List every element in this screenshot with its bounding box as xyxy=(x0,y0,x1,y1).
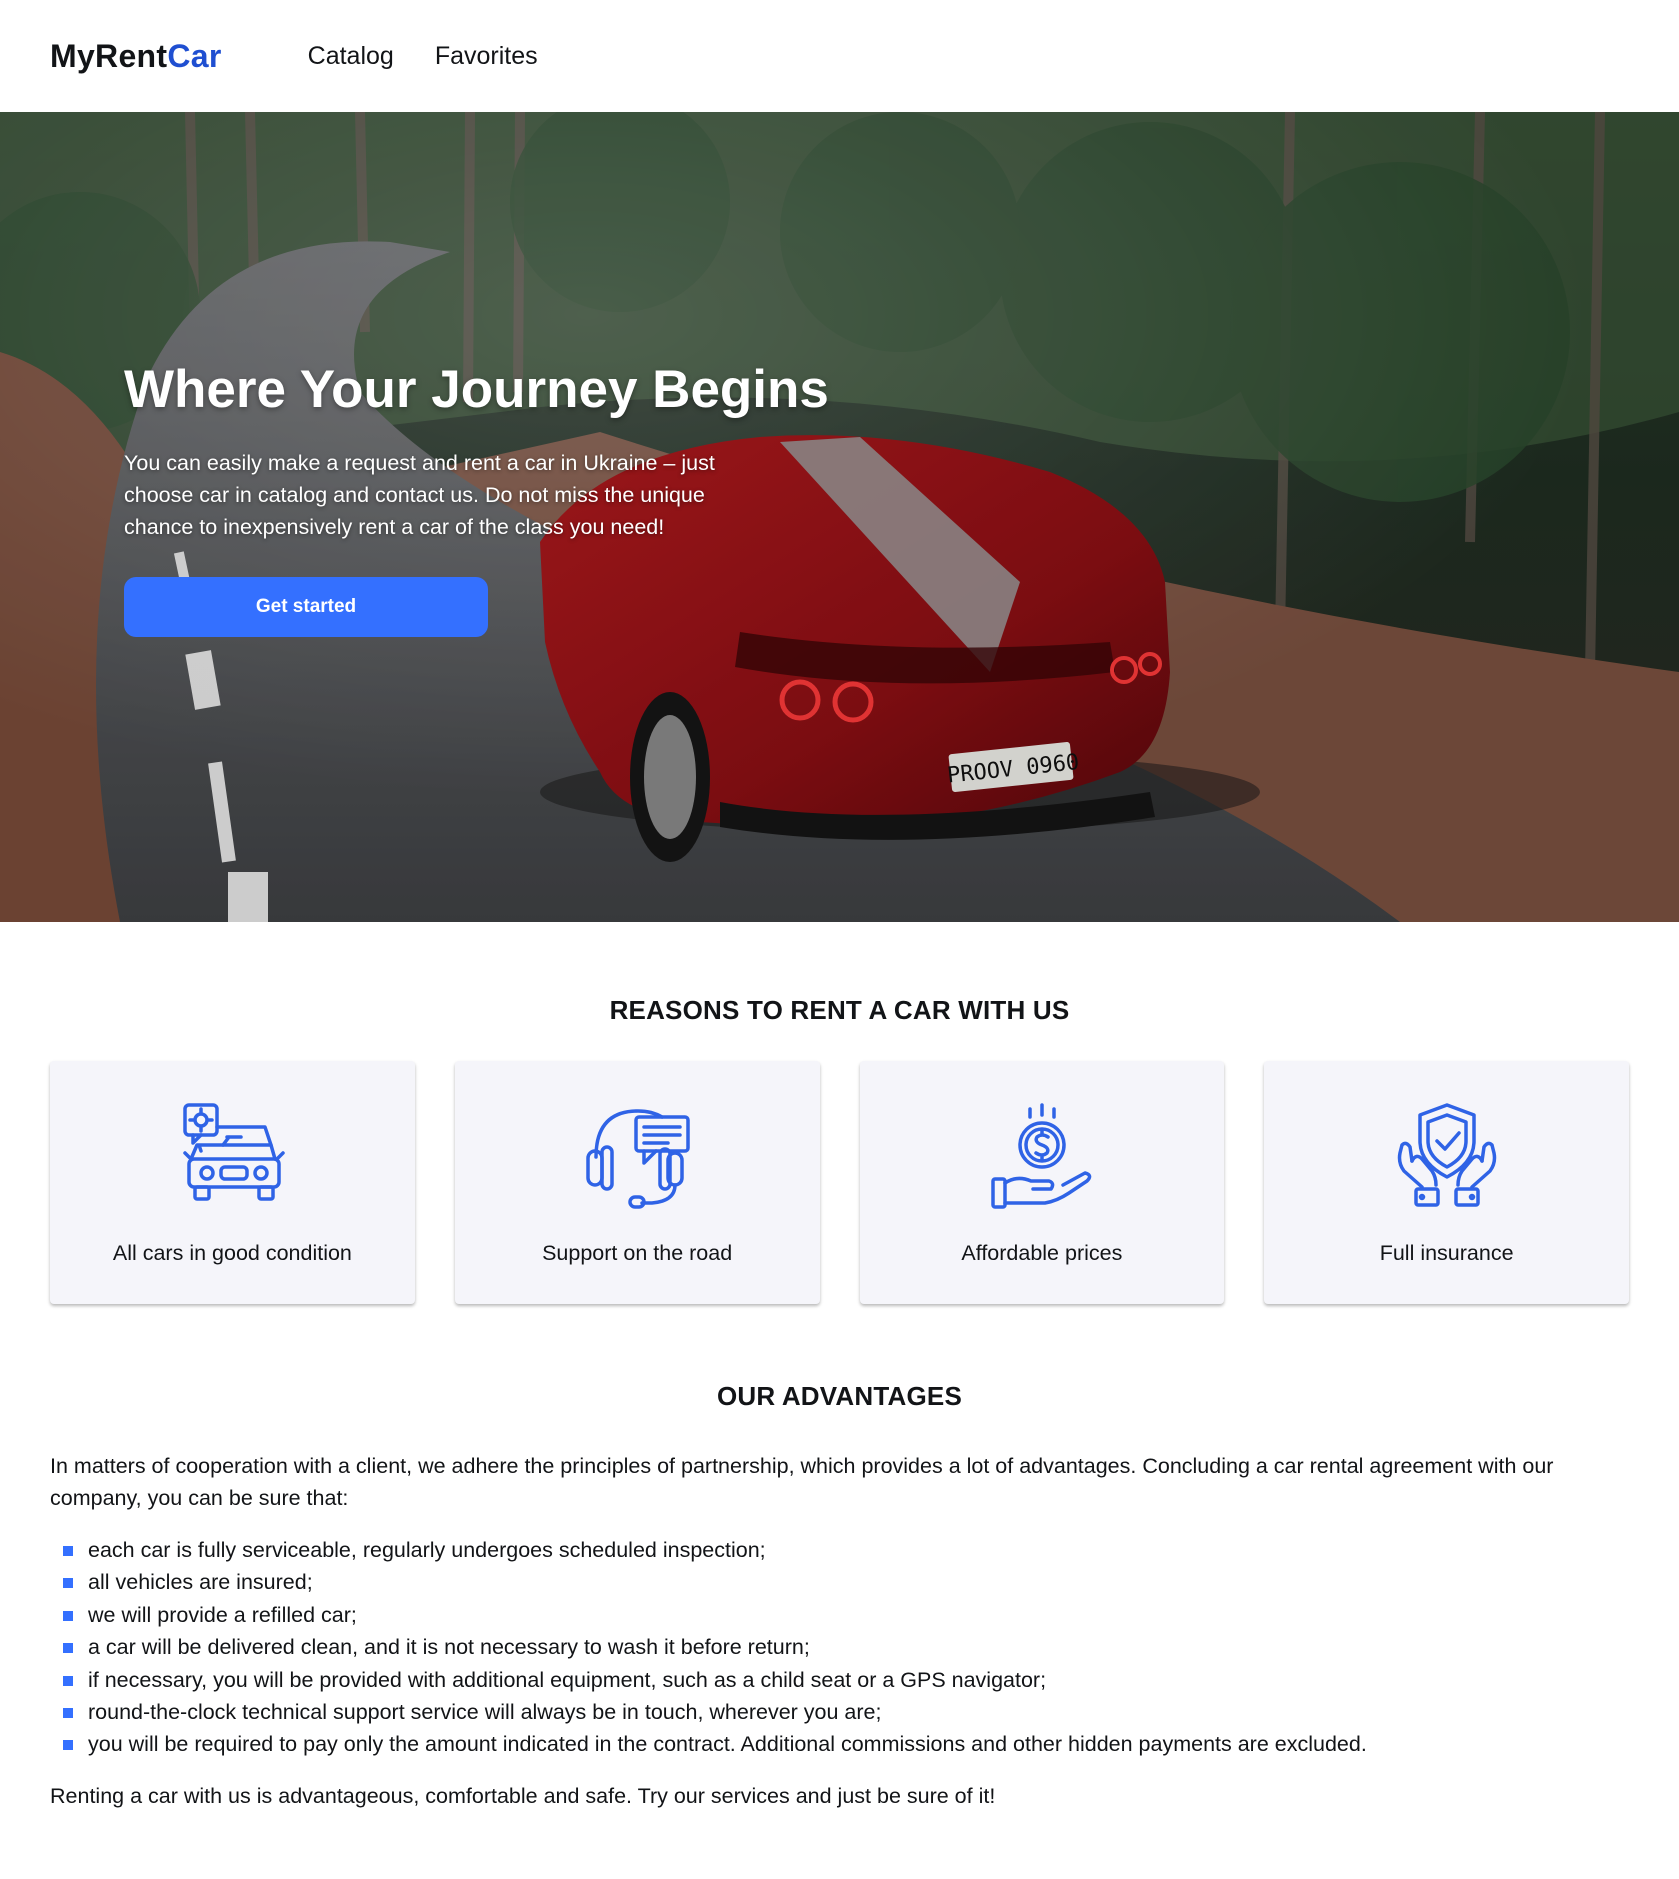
nav-favorites-link[interactable]: Favorites xyxy=(435,42,538,71)
hero-section: PROOV 0960 Where Your Journey Begins You… xyxy=(0,112,1679,922)
reason-card-prices: Affordable prices xyxy=(859,1061,1225,1304)
reason-card-condition: All cars in good condition xyxy=(50,1061,415,1304)
list-item: if necessary, you will be provided with … xyxy=(50,1664,1629,1696)
main-nav: Catalog Favorites xyxy=(308,42,538,71)
advantages-intro: In matters of cooperation with a client,… xyxy=(50,1454,1554,1510)
list-item: you will be required to pay only the amo… xyxy=(50,1728,1629,1760)
hero-title: Where Your Journey Begins xyxy=(124,360,829,419)
logo-accent-text: Car xyxy=(167,37,222,74)
reasons-cards: All cars in good condition Support on th… xyxy=(0,1061,1679,1304)
hero-description: You can easily make a request and rent a… xyxy=(124,450,715,539)
advantages-list: each car is fully serviceable, regularly… xyxy=(50,1534,1629,1761)
nav-catalog-link[interactable]: Catalog xyxy=(308,42,394,71)
advantages-title: OUR ADVANTAGES xyxy=(717,1381,962,1411)
dollar-hand-icon xyxy=(991,1103,1092,1209)
list-item: a car will be delivered clean, and it is… xyxy=(50,1631,1629,1663)
reason-label-insurance: Full insurance xyxy=(1379,1241,1514,1265)
headset-support-icon xyxy=(586,1109,690,1209)
shield-hands-icon xyxy=(1397,1103,1496,1207)
advantages-section: In matters of cooperation with a client,… xyxy=(0,1450,1679,1812)
reasons-title: REASONS TO RENT A CAR WITH US xyxy=(609,995,1070,1025)
list-item: round-the-clock technical support servic… xyxy=(50,1696,1629,1728)
list-item: all vehicles are insured; xyxy=(50,1566,1629,1598)
get-started-button[interactable]: Get started xyxy=(124,576,488,637)
reason-card-insurance: Full insurance xyxy=(1264,1061,1629,1304)
car-service-icon xyxy=(183,1103,286,1201)
advantages-outro: Renting a car with us is advantageous, c… xyxy=(50,1783,996,1808)
hero-content: Where Your Journey Begins You can easily… xyxy=(124,360,829,637)
reason-label-support: Support on the road xyxy=(542,1241,733,1265)
reason-card-support: Support on the road xyxy=(454,1061,820,1304)
reason-label-prices: Affordable prices xyxy=(961,1241,1123,1265)
reason-label-condition: All cars in good condition xyxy=(112,1241,352,1265)
logo-main-text: MyRent xyxy=(50,37,168,74)
site-header: MyRentCar Catalog Favorites xyxy=(0,0,1679,112)
list-item: each car is fully serviceable, regularly… xyxy=(50,1534,1629,1566)
logo[interactable]: MyRentCar xyxy=(50,38,222,75)
list-item: we will provide a refilled car; xyxy=(50,1599,1629,1631)
